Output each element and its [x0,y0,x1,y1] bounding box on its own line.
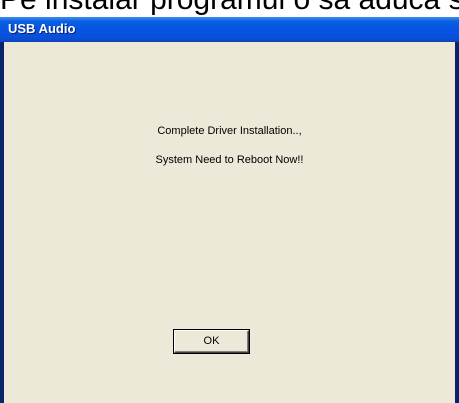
title-bar[interactable]: USB Audio [0,17,459,42]
ok-button[interactable]: OK [174,330,249,353]
window-title: USB Audio [8,21,76,36]
message-line-installation-complete: Complete Driver Installation.., [157,125,302,137]
dialog-window: USB Audio Complete Driver Installation..… [0,17,459,403]
message-line-reboot-required: System Need to Reboot Now!! [155,154,304,166]
dialog-body: Complete Driver Installation.., System N… [4,42,455,403]
background-caption-text: Pe instalar programul o sa aduca si [0,0,459,18]
